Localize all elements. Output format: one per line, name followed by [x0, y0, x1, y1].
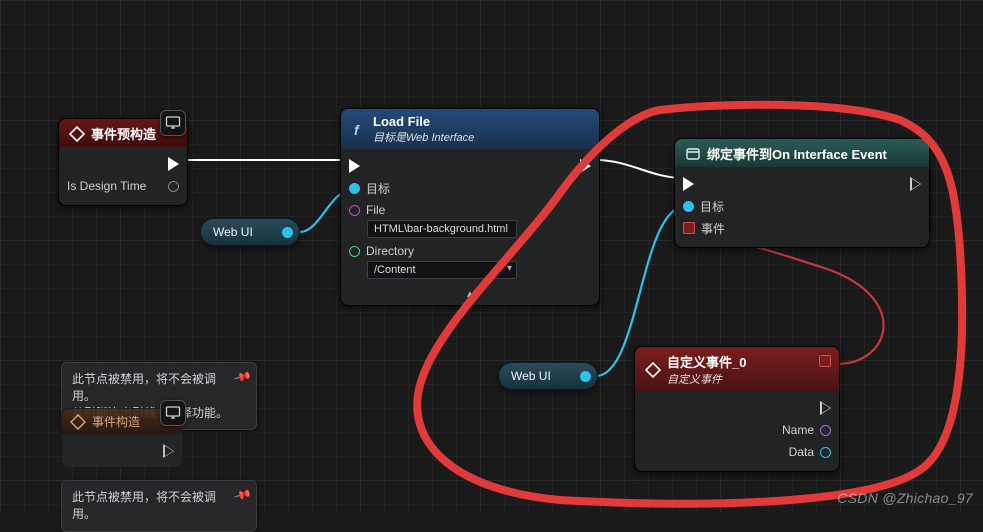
- node-header: 自定义事件_0 自定义事件: [635, 347, 839, 391]
- pin-label: Directory: [366, 244, 414, 258]
- pin-label: 目标: [366, 180, 390, 197]
- monitor-badge: [160, 110, 186, 136]
- node-title: 自定义事件_0: [667, 355, 746, 370]
- target-in-pin[interactable]: [349, 183, 360, 194]
- exec-out-pin[interactable]: [163, 444, 174, 458]
- exec-out-pin[interactable]: [580, 159, 591, 173]
- event-delegate-in-pin[interactable]: [683, 222, 695, 234]
- node-bind-event[interactable]: 绑定事件到On Interface Event 目标 事件: [674, 138, 930, 248]
- node-title: 事件构造: [92, 413, 140, 430]
- delegate-out-pin[interactable]: [819, 355, 831, 367]
- file-in-pin[interactable]: [349, 205, 360, 216]
- exec-in-pin[interactable]: [349, 159, 360, 173]
- variable-label: Web UI: [213, 225, 253, 239]
- pushpin-icon: 📌: [232, 366, 253, 388]
- pin-label: Data: [789, 445, 814, 459]
- event-icon: [70, 414, 86, 430]
- directory-in-pin[interactable]: [349, 246, 360, 257]
- data-out-pin[interactable]: [820, 447, 831, 458]
- pin-label: Is Design Time: [67, 179, 146, 193]
- function-icon: f: [351, 122, 367, 138]
- svg-text:f: f: [354, 122, 360, 138]
- event-icon: [645, 362, 661, 378]
- pin-label: 目标: [700, 198, 724, 215]
- exec-out-pin[interactable]: [910, 177, 921, 191]
- exec-out-pin[interactable]: [820, 401, 831, 415]
- disabled-note-2: 此节点被禁用，将不会被调用。 📌: [61, 480, 257, 532]
- directory-select[interactable]: /Content: [367, 261, 517, 279]
- node-title: 事件预构造: [91, 124, 156, 143]
- monitor-badge: [160, 400, 186, 426]
- node-title: Load File: [373, 114, 430, 129]
- bool-out-pin[interactable]: [168, 181, 179, 192]
- variable-webui-1[interactable]: Web UI: [200, 218, 300, 246]
- pushpin-icon: 📌: [232, 484, 253, 506]
- exec-out-pin[interactable]: [168, 157, 179, 171]
- event-icon: [69, 126, 85, 142]
- pin-label: Name: [782, 423, 814, 437]
- node-header: 绑定事件到On Interface Event: [675, 139, 929, 167]
- name-out-pin[interactable]: [820, 425, 831, 436]
- object-out-pin[interactable]: [282, 227, 293, 238]
- file-input[interactable]: HTML\bar-background.html: [367, 220, 517, 238]
- expand-chevron[interactable]: ▲: [341, 287, 599, 305]
- bind-icon: [685, 146, 701, 162]
- variable-label: Web UI: [511, 369, 551, 383]
- node-title: 绑定事件到On Interface Event: [707, 144, 887, 163]
- pin-label: 事件: [701, 220, 725, 237]
- node-subtitle: 目标是Web Interface: [373, 129, 474, 145]
- watermark: CSDN @Zhichao_97: [837, 490, 973, 506]
- target-in-pin[interactable]: [683, 201, 694, 212]
- object-out-pin[interactable]: [580, 371, 591, 382]
- node-header: f Load File 目标是Web Interface: [341, 109, 599, 149]
- node-subtitle: 自定义事件: [667, 371, 746, 387]
- node-custom-event[interactable]: 自定义事件_0 自定义事件 Name Data: [634, 346, 840, 472]
- variable-webui-2[interactable]: Web UI: [498, 362, 598, 390]
- node-load-file[interactable]: f Load File 目标是Web Interface 目标 File HTM…: [340, 108, 600, 306]
- note-line: 此节点被禁用，将不会被调用。: [72, 372, 216, 403]
- pin-label: File: [366, 203, 385, 217]
- note-line: 此节点被禁用，将不会被调用。: [72, 490, 216, 521]
- exec-in-pin[interactable]: [683, 177, 694, 191]
